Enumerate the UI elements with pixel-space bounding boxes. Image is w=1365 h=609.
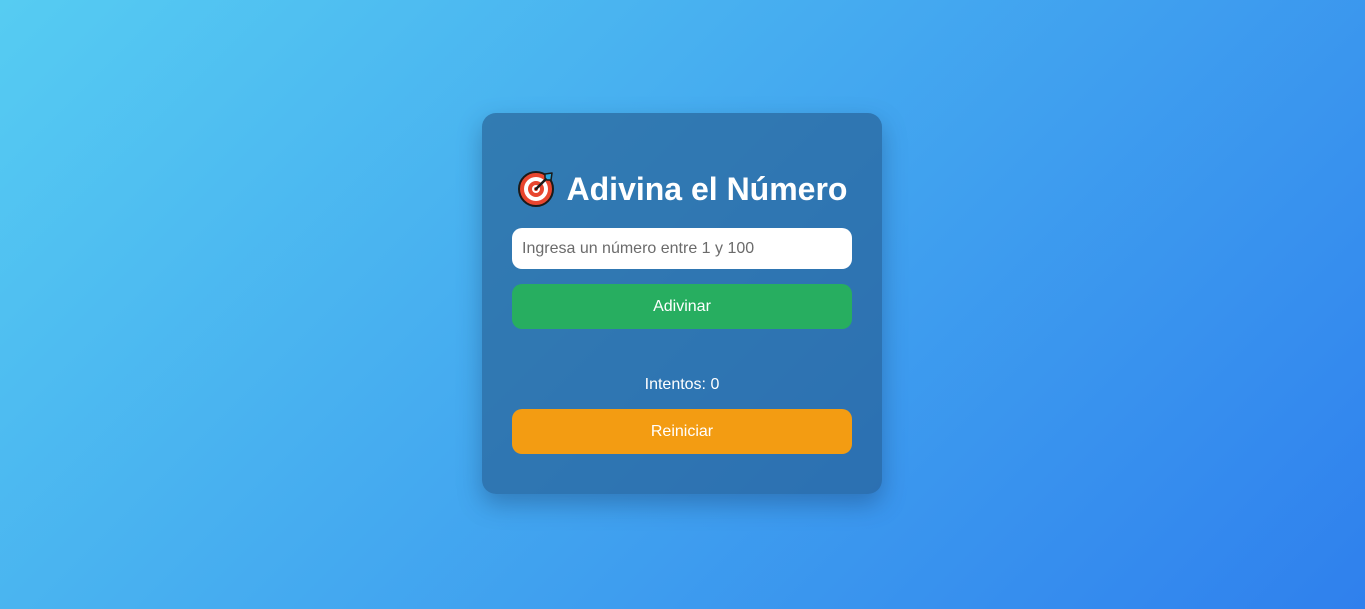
guess-button[interactable]: Adivinar (512, 284, 852, 329)
game-card: Adivina el Número Adivinar Intentos: 0 R… (482, 113, 882, 494)
title-text: Adivina el Número (566, 171, 848, 207)
target-icon (517, 171, 554, 207)
reset-button[interactable]: Reiniciar (512, 409, 852, 454)
attempts-counter: Intentos: 0 (512, 374, 852, 396)
page-title: Adivina el Número (512, 169, 852, 209)
feedback-message (512, 329, 852, 374)
attempts-label: Intentos: (644, 376, 706, 393)
number-input[interactable] (512, 228, 852, 269)
attempts-count: 0 (710, 376, 720, 393)
